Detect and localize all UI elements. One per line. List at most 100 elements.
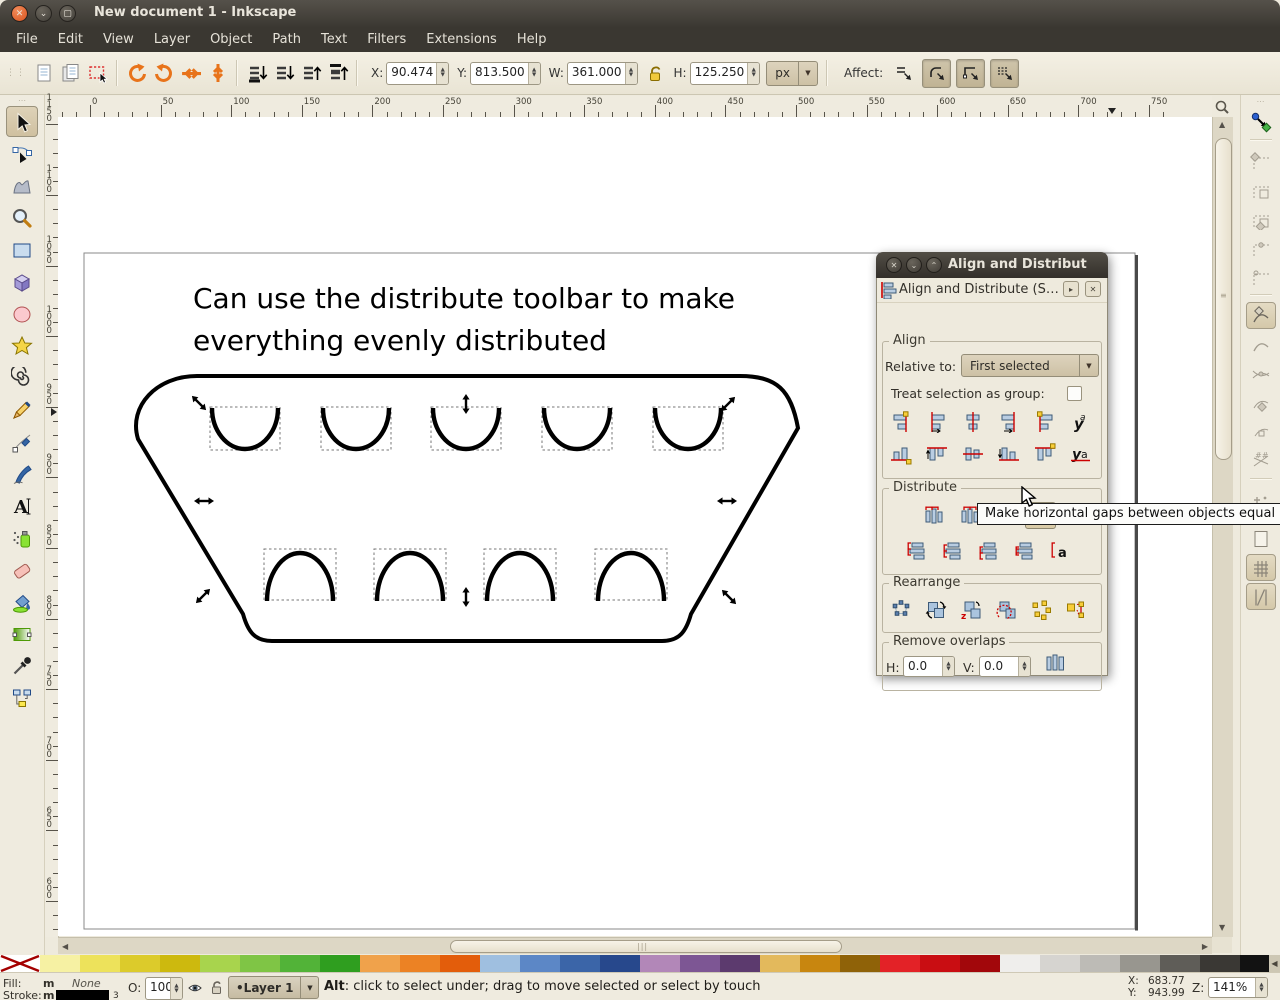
tool-pencil[interactable]	[6, 394, 38, 425]
palette-swatch[interactable]	[160, 955, 200, 972]
align-centers-h-button[interactable]	[957, 408, 988, 435]
snap-midpoints-button[interactable]: ##	[1246, 447, 1276, 474]
tool-spiral[interactable]	[6, 362, 38, 393]
spinner-arrows[interactable]: ▲▼	[436, 63, 448, 84]
make-v-gaps-equal-button[interactable]	[1009, 536, 1040, 563]
toolbox-grip[interactable]: ⋯	[18, 97, 26, 105]
opacity-field[interactable]: 100▲▼	[145, 977, 183, 1000]
align-text-v-button[interactable]: ya	[1065, 440, 1096, 467]
menu-file[interactable]: File	[6, 28, 48, 52]
affect-scale-gradient-button[interactable]	[990, 59, 1019, 88]
canvas-heading-line1[interactable]: Can use the distribute toolbar to make	[193, 282, 735, 315]
relative-to-dropdown[interactable]: First selected▼	[961, 354, 1099, 377]
palette-swatch[interactable]	[1200, 955, 1240, 972]
palette-swatch[interactable]	[360, 955, 400, 972]
select-all-layers-button[interactable]	[57, 60, 84, 87]
tool-connector[interactable]	[6, 682, 38, 713]
snap-page-border-button[interactable]	[1246, 525, 1276, 552]
flip-horizontal-button[interactable]	[177, 60, 204, 87]
align-distribute-dialog[interactable]: ✕ ⌄ ⌃ Align and Distribut Align and Dist…	[876, 252, 1108, 676]
spinner-arrows[interactable]: ▲▼	[942, 657, 954, 676]
spinner-arrows[interactable]: ▲▼	[528, 63, 540, 84]
spinner-arrows[interactable]: ▲▼	[625, 63, 637, 84]
align-centers-v-button[interactable]	[957, 440, 988, 467]
tool-box-3d[interactable]	[6, 266, 38, 297]
snap-path-intersections-button[interactable]	[1246, 360, 1276, 387]
menu-extensions[interactable]: Extensions	[416, 28, 507, 52]
scroll-up-icon[interactable]: ▲	[1219, 120, 1225, 129]
layer-visibility-icon[interactable]	[187, 979, 203, 995]
tool-rectangle[interactable]	[6, 234, 38, 265]
spinner-arrows[interactable]: ▲▼	[1018, 657, 1030, 676]
deselect-button[interactable]	[84, 60, 111, 87]
distribute-bottom-edges-button[interactable]	[973, 536, 1004, 563]
palette-swatch[interactable]	[1000, 955, 1040, 972]
scroll-right-icon[interactable]: ▶	[1202, 942, 1208, 951]
rotate-ccw-button[interactable]	[123, 60, 150, 87]
align-text-h-button[interactable]: ay	[1065, 408, 1096, 435]
palette-swatch[interactable]	[680, 955, 720, 972]
palette-swatch[interactable]	[960, 955, 1000, 972]
affect-scale-corners-button[interactable]	[956, 59, 985, 88]
palette-swatch[interactable]	[1040, 955, 1080, 972]
flip-vertical-button[interactable]	[204, 60, 231, 87]
dialog-minimize-icon[interactable]: ⌄	[906, 257, 922, 273]
exchange-z-order-button[interactable]: z	[955, 596, 986, 623]
zoom-field[interactable]: 141%▲▼	[1208, 977, 1268, 998]
menu-edit[interactable]: Edit	[48, 28, 93, 52]
window-maximize-icon[interactable]: ▢	[59, 5, 76, 22]
exchange-rotate-button[interactable]	[990, 596, 1021, 623]
fill-value[interactable]: None	[72, 977, 101, 990]
tool-selector[interactable]	[6, 106, 38, 137]
affect-scale-stroke-button[interactable]	[922, 59, 951, 88]
ruler-horizontal[interactable]: 0501001502002503003504004505005506006507…	[58, 96, 1212, 118]
tool-calligraphy[interactable]	[6, 458, 38, 489]
palette-swatch[interactable]	[200, 955, 240, 972]
spinner-arrows[interactable]: ▲▼	[747, 63, 759, 84]
graph-layout-button[interactable]	[885, 596, 916, 623]
snapbar-grip[interactable]: ⋯	[1257, 97, 1265, 106]
dialog-close-icon[interactable]: ✕	[886, 257, 902, 273]
menu-view[interactable]: View	[93, 28, 144, 52]
zoom-corner-icon[interactable]	[1212, 96, 1232, 117]
stroke-multiple-indicator[interactable]: m	[43, 989, 54, 1000]
palette-swatch[interactable]	[320, 955, 360, 972]
tool-spray[interactable]	[6, 522, 38, 553]
dialog-title-bar[interactable]: ✕ ⌄ ⌃ Align and Distribut	[876, 252, 1108, 278]
tool-ellipse[interactable]	[6, 298, 38, 329]
window-close-icon[interactable]: ✕	[11, 5, 28, 22]
unclump-button[interactable]	[1025, 596, 1056, 623]
tool-eraser[interactable]	[6, 554, 38, 585]
palette-swatch[interactable]	[280, 955, 320, 972]
menu-help[interactable]: Help	[507, 28, 557, 52]
randomize-button[interactable]	[1060, 596, 1091, 623]
w-field[interactable]: 361.000▲▼	[567, 62, 638, 85]
stroke-color-swatch[interactable]	[56, 990, 109, 1000]
tool-tweak[interactable]	[6, 170, 38, 201]
palette-swatch[interactable]	[520, 955, 560, 972]
vertical-scrollbar[interactable]: ▲ ≡ ▼	[1212, 117, 1233, 937]
distribute-text-v-button[interactable]: a	[1045, 536, 1076, 563]
select-all-button[interactable]	[30, 60, 57, 87]
overlap-h-field[interactable]: 0.0▲▼	[903, 656, 955, 677]
exchange-selection-order-button[interactable]	[920, 596, 951, 623]
tool-dropper[interactable]	[6, 650, 38, 681]
palette-swatch[interactable]	[560, 955, 600, 972]
snap-bbox-button[interactable]	[1246, 147, 1276, 174]
menu-path[interactable]: Path	[262, 28, 311, 52]
palette-swatch[interactable]	[840, 955, 880, 972]
tool-star[interactable]	[6, 330, 38, 361]
window-minimize-icon[interactable]: ⌄	[35, 5, 52, 22]
palette-swatch[interactable]	[40, 955, 80, 972]
menu-filters[interactable]: Filters	[357, 28, 416, 52]
dialog-panel-close-icon[interactable]: ✕	[1085, 281, 1101, 297]
canvas-heading-line2[interactable]: everything evenly distributed	[193, 324, 607, 357]
palette-swatch[interactable]	[720, 955, 760, 972]
palette-swatch[interactable]	[600, 955, 640, 972]
x-field[interactable]: 90.474▲▼	[386, 62, 449, 85]
snap-master-button[interactable]	[1246, 108, 1276, 135]
align-left-anchor-button[interactable]	[1029, 408, 1060, 435]
menu-text[interactable]: Text	[311, 28, 357, 52]
palette-swatch[interactable]	[1120, 955, 1160, 972]
distribute-left-edges-button[interactable]	[917, 502, 948, 529]
